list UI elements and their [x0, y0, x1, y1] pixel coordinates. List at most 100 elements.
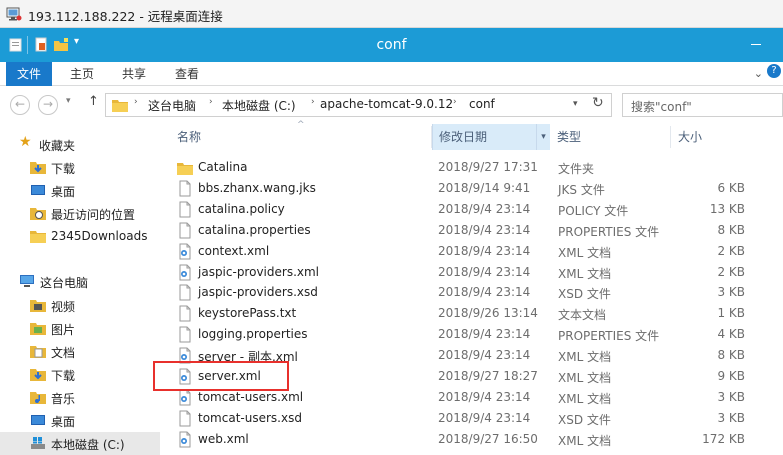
breadcrumb-tomcat[interactable]: apache-tomcat-9.0.12: [320, 97, 453, 111]
back-button[interactable]: ←: [10, 95, 30, 115]
expand-ribbon-icon[interactable]: ⌄: [754, 67, 763, 80]
column-name[interactable]: 名称: [165, 124, 430, 150]
column-filter-dropdown-icon[interactable]: ▾: [536, 124, 550, 150]
file-type: XML 文档: [558, 266, 612, 281]
file-name: bbs.zhanx.wang.jks: [198, 180, 316, 195]
nav-favorites[interactable]: ★ 收藏夹: [0, 133, 160, 156]
column-divider[interactable]: [670, 126, 671, 148]
recent-places-icon: [30, 208, 46, 220]
nav-item-label: 图片: [51, 323, 76, 337]
xml-file-icon: [179, 243, 191, 260]
nav-item-documents[interactable]: 文档: [0, 340, 160, 363]
file-icon: [179, 305, 191, 322]
desktop-icon: [31, 415, 45, 425]
file-date: 2018/9/27 18:27: [438, 369, 538, 383]
file-row[interactable]: catalina.policy 2018/9/4 23:14 POLICY 文件 13…: [165, 199, 783, 220]
file-type: JKS 文件: [558, 182, 605, 197]
this-pc-icon: [20, 275, 34, 287]
file-row[interactable]: tomcat-users.xsd 2018/9/4 23:14 XSD 文件 3 KB: [165, 408, 783, 429]
nav-this-pc[interactable]: 这台电脑: [0, 270, 160, 293]
file-size: 8 KB: [717, 222, 745, 237]
tab-share[interactable]: 共享: [112, 62, 156, 86]
file-size: 13 KB: [709, 201, 745, 216]
file-name: tomcat-users.xsd: [198, 410, 302, 425]
file-date: 2018/9/26 13:14: [438, 306, 538, 321]
nav-item-pictures[interactable]: 图片: [0, 317, 160, 340]
nav-item-videos[interactable]: 视频: [0, 294, 160, 317]
nav-item-2345downloads[interactable]: 2345Downloads: [0, 225, 160, 248]
address-box[interactable]: › 这台电脑 › 本地磁盘 (C:) › apache-tomcat-9.0.1…: [105, 93, 612, 117]
file-row[interactable]: Catalina 2018/9/27 17:31 文件夹: [165, 157, 783, 178]
file-date: 2018/9/4 23:14: [438, 222, 531, 237]
tab-file[interactable]: 文件: [6, 62, 52, 86]
search-input[interactable]: 搜索"conf": [631, 98, 692, 115]
file-date: 2018/9/4 23:14: [438, 389, 531, 404]
breadcrumb-conf[interactable]: conf: [469, 97, 495, 111]
breadcrumb-local-disk[interactable]: 本地磁盘 (C:): [222, 97, 296, 114]
video-folder-icon: [30, 300, 46, 312]
file-name: catalina.policy: [198, 201, 285, 216]
file-name: Catalina: [198, 160, 248, 174]
forward-button[interactable]: →: [38, 95, 58, 115]
address-dropdown-icon[interactable]: ▾: [573, 99, 578, 109]
column-modified[interactable]: 修改日期: [432, 124, 550, 150]
file-size: 172 KB: [702, 431, 745, 446]
file-name: logging.properties: [198, 327, 308, 342]
file-name: jaspic-providers.xsd: [198, 285, 318, 300]
minimize-icon[interactable]: [751, 44, 761, 45]
file-icon: [179, 410, 191, 427]
nav-item-label: 2345Downloads: [51, 229, 148, 243]
nav-item-desktop[interactable]: 桌面: [0, 179, 160, 202]
file-row[interactable]: context.xml 2018/9/4 23:14 XML 文档 2 KB: [165, 241, 783, 262]
file-date: 2018/9/4 23:14: [438, 264, 531, 279]
nav-item-label: 文档: [51, 346, 76, 360]
nav-item-downloads[interactable]: 下载: [0, 156, 160, 179]
file-row[interactable]: keystorePass.txt 2018/9/26 13:14 文本文档 1 KB: [165, 303, 783, 324]
nav-this-pc-label: 这台电脑: [40, 276, 89, 290]
breadcrumb-this-pc[interactable]: 这台电脑: [148, 97, 196, 114]
file-icon: [179, 180, 191, 197]
search-box[interactable]: 搜索"conf": [622, 93, 783, 117]
column-size[interactable]: 大小: [678, 124, 778, 150]
file-type: XML 文档: [558, 245, 612, 260]
file-date: 2018/9/4 23:14: [438, 410, 531, 425]
file-size: 4 KB: [717, 327, 745, 342]
remote-desktop-icon: [6, 7, 22, 21]
refresh-icon[interactable]: ↻: [592, 95, 604, 111]
nav-item-label: 桌面: [51, 185, 76, 199]
file-date: 2018/9/4 23:14: [438, 348, 531, 363]
nav-item-label: 视频: [51, 300, 76, 314]
column-header: ^ 名称 修改日期 ▾ 类型 大小: [165, 120, 783, 150]
file-size: 3 KB: [717, 285, 745, 300]
nav-item-local-disk[interactable]: 本地磁盘 (C:): [0, 432, 160, 455]
nav-item-desktop-pc[interactable]: 桌面: [0, 409, 160, 432]
nav-item-downloads-pc[interactable]: 下载: [0, 363, 160, 386]
folder-icon: [30, 231, 46, 243]
file-row[interactable]: bbs.zhanx.wang.jks 2018/9/14 9:41 JKS 文件 6 …: [165, 178, 783, 199]
xml-file-icon: [179, 264, 191, 280]
file-row[interactable]: catalina.properties 2018/9/4 23:14 PROPERT…: [165, 220, 783, 241]
nav-item-music[interactable]: 音乐: [0, 386, 160, 409]
up-button[interactable]: ↑: [88, 94, 99, 109]
nav-item-label: 音乐: [51, 392, 76, 406]
file-row[interactable]: web.xml 2018/9/27 16:50 XML 文档 172 KB: [165, 429, 783, 450]
download-folder-icon: [30, 162, 46, 174]
column-type[interactable]: 类型: [557, 124, 675, 150]
file-size: 2 KB: [717, 243, 745, 258]
tab-view[interactable]: 查看: [165, 62, 209, 86]
nav-item-recent[interactable]: 最近访问的位置: [0, 202, 160, 225]
ribbon-tabs: 文件 主页 共享 查看 ⌄ ?: [0, 62, 783, 86]
nav-item-label: 下载: [51, 162, 76, 176]
file-size: 9 KB: [717, 369, 745, 383]
recent-locations-icon[interactable]: ▾: [66, 96, 71, 106]
xml-file-icon: [179, 431, 191, 448]
tab-home[interactable]: 主页: [60, 62, 104, 86]
folder-icon: [112, 100, 128, 112]
file-date: 2018/9/4 23:14: [438, 285, 531, 300]
help-icon[interactable]: ?: [767, 64, 781, 78]
remote-desktop-titlebar: 193.112.188.222 - 远程桌面连接: [0, 0, 783, 28]
file-row[interactable]: jaspic-providers.xml 2018/9/4 23:14 XML 文档…: [165, 262, 783, 283]
file-row[interactable]: jaspic-providers.xsd 2018/9/4 23:14 XSD 文件…: [165, 282, 783, 303]
file-row[interactable]: logging.properties 2018/9/4 23:14 PROPERTI…: [165, 324, 783, 345]
desktop-icon: [31, 185, 45, 195]
